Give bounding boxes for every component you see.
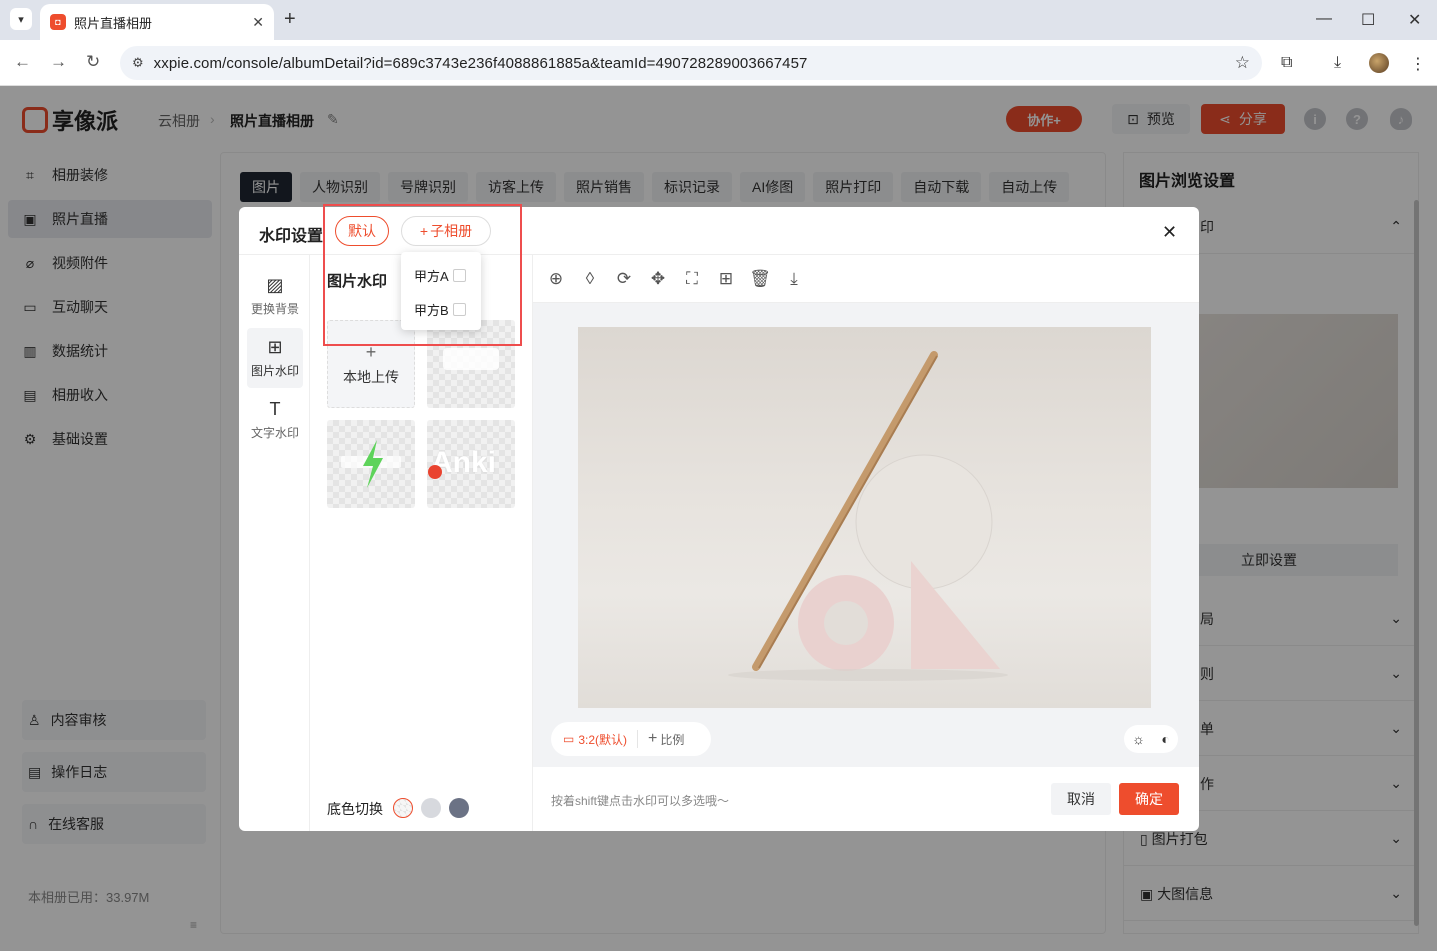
ratio-bar: ▭ 3:2(默认) + 比例 <box>551 722 711 756</box>
highlight-annotation-box <box>323 204 522 346</box>
zoom-in-icon[interactable]: ⊕ <box>545 269 567 289</box>
browser-menu-icon[interactable]: ⋮ <box>1410 54 1426 74</box>
background-icon: ▨ <box>266 275 284 295</box>
text-icon: T <box>269 399 281 419</box>
dialog-close-icon[interactable]: ✕ <box>1162 222 1177 243</box>
swatch-transparent[interactable] <box>393 798 413 818</box>
grid-icon[interactable]: ⊞ <box>715 269 737 289</box>
chevron-down-icon: ▾ <box>18 13 24 26</box>
sun-icon[interactable]: ☼ <box>1132 731 1145 747</box>
image-plus-icon: ⊞ <box>267 337 283 357</box>
canvas-toolbar: ⊕ ◊ ⟳ ✥ ⛶ ⊞ 🗑 ⤓ <box>533 255 1199 303</box>
opacity-drop-icon[interactable]: ◊ <box>579 269 601 289</box>
extensions-icon[interactable]: ⧉ <box>1281 54 1292 72</box>
maximize-icon[interactable]: ☐ <box>1361 10 1375 30</box>
url-text: xxpie.com/console/albumDetail?id=689c374… <box>153 54 808 72</box>
ratio-3-2-button[interactable]: ▭ 3:2(默认) <box>563 731 627 748</box>
swatch-light-gray[interactable] <box>421 798 441 818</box>
cancel-button[interactable]: 取消 <box>1051 783 1111 815</box>
fullscreen-icon[interactable]: ⛶ <box>681 269 703 289</box>
multi-select-hint: 按着shift键点击水印可以多选哦～ <box>551 794 730 808</box>
minimize-icon[interactable]: — <box>1316 10 1332 28</box>
tab-search-button[interactable]: ▾ <box>10 8 32 30</box>
move-icon[interactable]: ✥ <box>647 269 669 289</box>
browser-tab[interactable]: ◘ 照片直播相册 ✕ <box>40 4 274 40</box>
new-tab-button[interactable]: + <box>284 8 296 31</box>
dialog-title: 水印设置 <box>259 228 324 245</box>
preview-photo <box>578 327 1151 708</box>
reload-icon[interactable]: ↻ <box>86 52 100 72</box>
back-arrow-icon[interactable]: ← <box>14 52 31 72</box>
plus-icon: + <box>648 730 658 747</box>
site-favicon-icon: ◘ <box>50 14 66 30</box>
base-color-label: 底色切换 <box>327 801 383 817</box>
site-settings-icon[interactable]: ⚙ <box>132 55 144 71</box>
window-close-icon[interactable]: ✕ <box>1408 10 1421 30</box>
swatch-dark-gray[interactable] <box>449 798 469 818</box>
vertical-divider <box>309 255 310 831</box>
add-ratio-button[interactable]: + 比例 <box>637 730 684 748</box>
contrast-icon[interactable]: ◐ <box>1161 731 1169 747</box>
url-field[interactable]: ⚙ xxpie.com/console/albumDetail?id=689c3… <box>120 46 1262 80</box>
photo-illustration <box>728 351 1008 681</box>
lightning-logo-icon <box>341 440 401 488</box>
confirm-button[interactable]: 确定 <box>1119 783 1179 815</box>
theme-toggle: ☼ ◐ <box>1124 725 1178 753</box>
vtab-image-watermark[interactable]: ⊞ 图片水印 <box>247 328 303 388</box>
rectangle-icon: ▭ <box>563 732 575 746</box>
bookmark-star-icon[interactable]: ☆ <box>1235 53 1250 73</box>
trash-icon[interactable]: 🗑 <box>749 269 771 289</box>
profile-avatar[interactable] <box>1369 53 1389 73</box>
download-icon[interactable]: ⤓ <box>783 269 805 289</box>
watermark-item[interactable] <box>327 420 415 508</box>
download-icon[interactable]: ⤓ <box>1334 54 1341 72</box>
tab-title: 照片直播相册 <box>74 15 153 31</box>
forward-arrow-icon[interactable]: → <box>50 52 67 72</box>
rotate-icon[interactable]: ⟳ <box>613 269 635 289</box>
vtab-text-watermark[interactable]: T 文字水印 <box>247 390 303 450</box>
vtab-background[interactable]: ▨ 更换背景 <box>247 266 303 326</box>
tab-close-icon[interactable]: ✕ <box>252 14 264 31</box>
watermark-item[interactable]: Anki <box>427 420 515 508</box>
watermark-anki-text: Anki <box>431 446 497 479</box>
